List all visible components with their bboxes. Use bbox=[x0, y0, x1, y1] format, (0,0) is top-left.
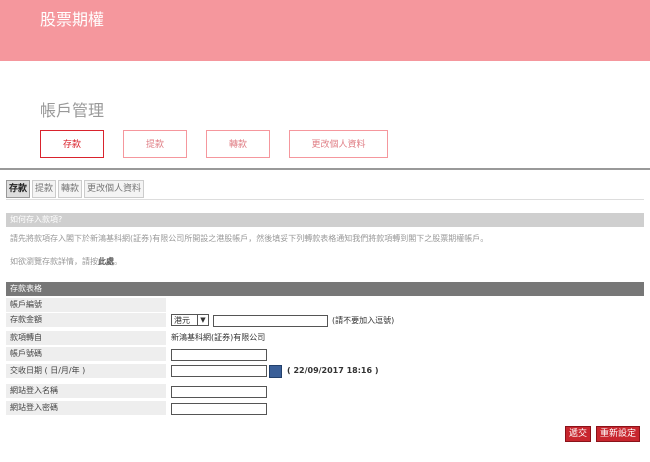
label-login-name: 網站登入名稱 bbox=[6, 384, 166, 398]
label-transfer-from: 款項轉自 bbox=[6, 331, 166, 345]
tab-transfer[interactable]: 轉款 bbox=[206, 130, 270, 158]
howto-link-prefix: 如欲瀏覽存款詳情，請按 bbox=[10, 257, 98, 266]
calendar-icon[interactable] bbox=[269, 365, 282, 378]
tab-deposit[interactable]: 存款 bbox=[40, 130, 104, 158]
label-account-number: 帳戶編號 bbox=[6, 298, 166, 312]
app-title: 股票期權 bbox=[40, 10, 105, 29]
row-login-name: 網站登入名稱 bbox=[6, 384, 644, 398]
row-login-password: 網站登入密碼 bbox=[6, 401, 644, 415]
amount-note: (請不要加入逗號) bbox=[332, 316, 395, 325]
label-login-password: 網站登入密碼 bbox=[6, 401, 166, 415]
top-banner: 股票期權 bbox=[0, 0, 650, 61]
here-link[interactable]: 此處 bbox=[98, 257, 114, 266]
currency-value: 港元 bbox=[174, 316, 190, 325]
howto-text: 請先將款項存入閣下於新鴻基科網(証券)有限公司所開設之港股帳戶，然後填妥下列轉款… bbox=[10, 234, 489, 243]
sub-tab-bar: 存款 提款 轉款 更改個人資料 bbox=[6, 180, 145, 198]
amount-input[interactable] bbox=[213, 315, 328, 327]
form-header: 存款表格 bbox=[6, 282, 644, 296]
label-amount: 存款金額 bbox=[6, 313, 166, 327]
reset-button[interactable]: 重新設定 bbox=[596, 426, 641, 442]
subtab-deposit[interactable]: 存款 bbox=[6, 180, 31, 198]
row-account-number: 帳戶編號 bbox=[6, 298, 644, 312]
howto-link-suffix: 。 bbox=[114, 257, 122, 266]
chevron-down-icon: ▼ bbox=[197, 315, 208, 325]
currency-select[interactable]: 港元 ▼ bbox=[171, 314, 209, 326]
subtab-underline bbox=[6, 199, 644, 200]
subtab-transfer[interactable]: 轉款 bbox=[58, 180, 83, 198]
tab-update-profile[interactable]: 更改個人資料 bbox=[289, 130, 388, 158]
subtab-withdraw[interactable]: 提款 bbox=[32, 180, 57, 198]
tab-withdraw[interactable]: 提款 bbox=[123, 130, 187, 158]
submit-button[interactable]: 遞交 bbox=[565, 426, 592, 442]
settlement-date-input[interactable] bbox=[171, 365, 267, 377]
row-settlement-date: 交收日期 ( 日/月/年 ) ( 22/09/2017 18:16 ) bbox=[6, 364, 644, 378]
account-no-input[interactable] bbox=[171, 349, 267, 361]
label-account-no: 帳戶號碼 bbox=[6, 347, 166, 361]
howto-header: 如何存入款項? bbox=[6, 213, 644, 227]
section-title: 帳戶管理 bbox=[40, 101, 105, 120]
login-password-input[interactable] bbox=[171, 403, 267, 415]
row-amount: 存款金額 港元 ▼ (請不要加入逗號) bbox=[6, 313, 644, 327]
row-account-no: 帳戶號碼 bbox=[6, 347, 644, 361]
date-note: ( 22/09/2017 18:16 ) bbox=[287, 366, 379, 375]
row-transfer-from: 款項轉自 新鴻基科網(証券)有限公司 bbox=[6, 331, 644, 345]
label-settlement-date: 交收日期 ( 日/月/年 ) bbox=[6, 364, 166, 378]
subtab-update-profile[interactable]: 更改個人資料 bbox=[84, 180, 145, 198]
transfer-from-value: 新鴻基科網(証券)有限公司 bbox=[171, 333, 266, 342]
login-name-input[interactable] bbox=[171, 386, 267, 398]
divider bbox=[0, 168, 650, 170]
howto-link-line: 如欲瀏覽存款詳情，請按此處。 bbox=[10, 256, 122, 267]
